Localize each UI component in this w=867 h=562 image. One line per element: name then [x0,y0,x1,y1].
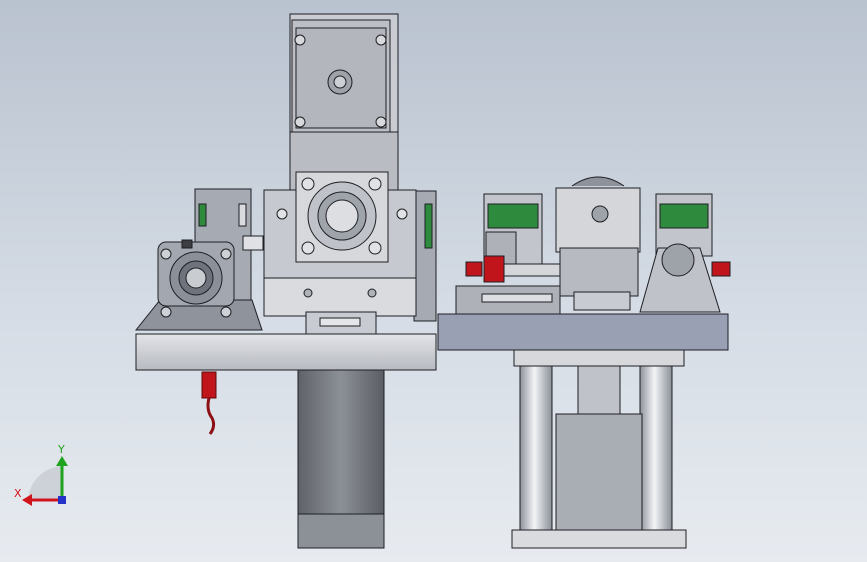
flange-bearing-housing[interactable] [263,171,417,335]
servo-motor-lower[interactable] [297,369,385,549]
assembly-drawing[interactable] [0,0,867,562]
clamp-arm-right[interactable] [639,243,731,313]
guide-columns[interactable] [511,365,687,549]
triad-y-label: Y [58,443,65,456]
stepper-motor-top[interactable] [289,13,399,191]
clamp-body[interactable] [555,176,641,311]
right-frame-base[interactable] [455,285,561,315]
right-top-plate[interactable] [437,313,729,367]
cad-viewport[interactable]: Y X [0,0,867,562]
triad-x-label: X [14,487,22,500]
right-guide-post[interactable] [413,190,437,322]
left-base-plate[interactable] [135,333,437,371]
coordinate-triad [22,456,68,506]
red-cable[interactable] [201,371,217,435]
